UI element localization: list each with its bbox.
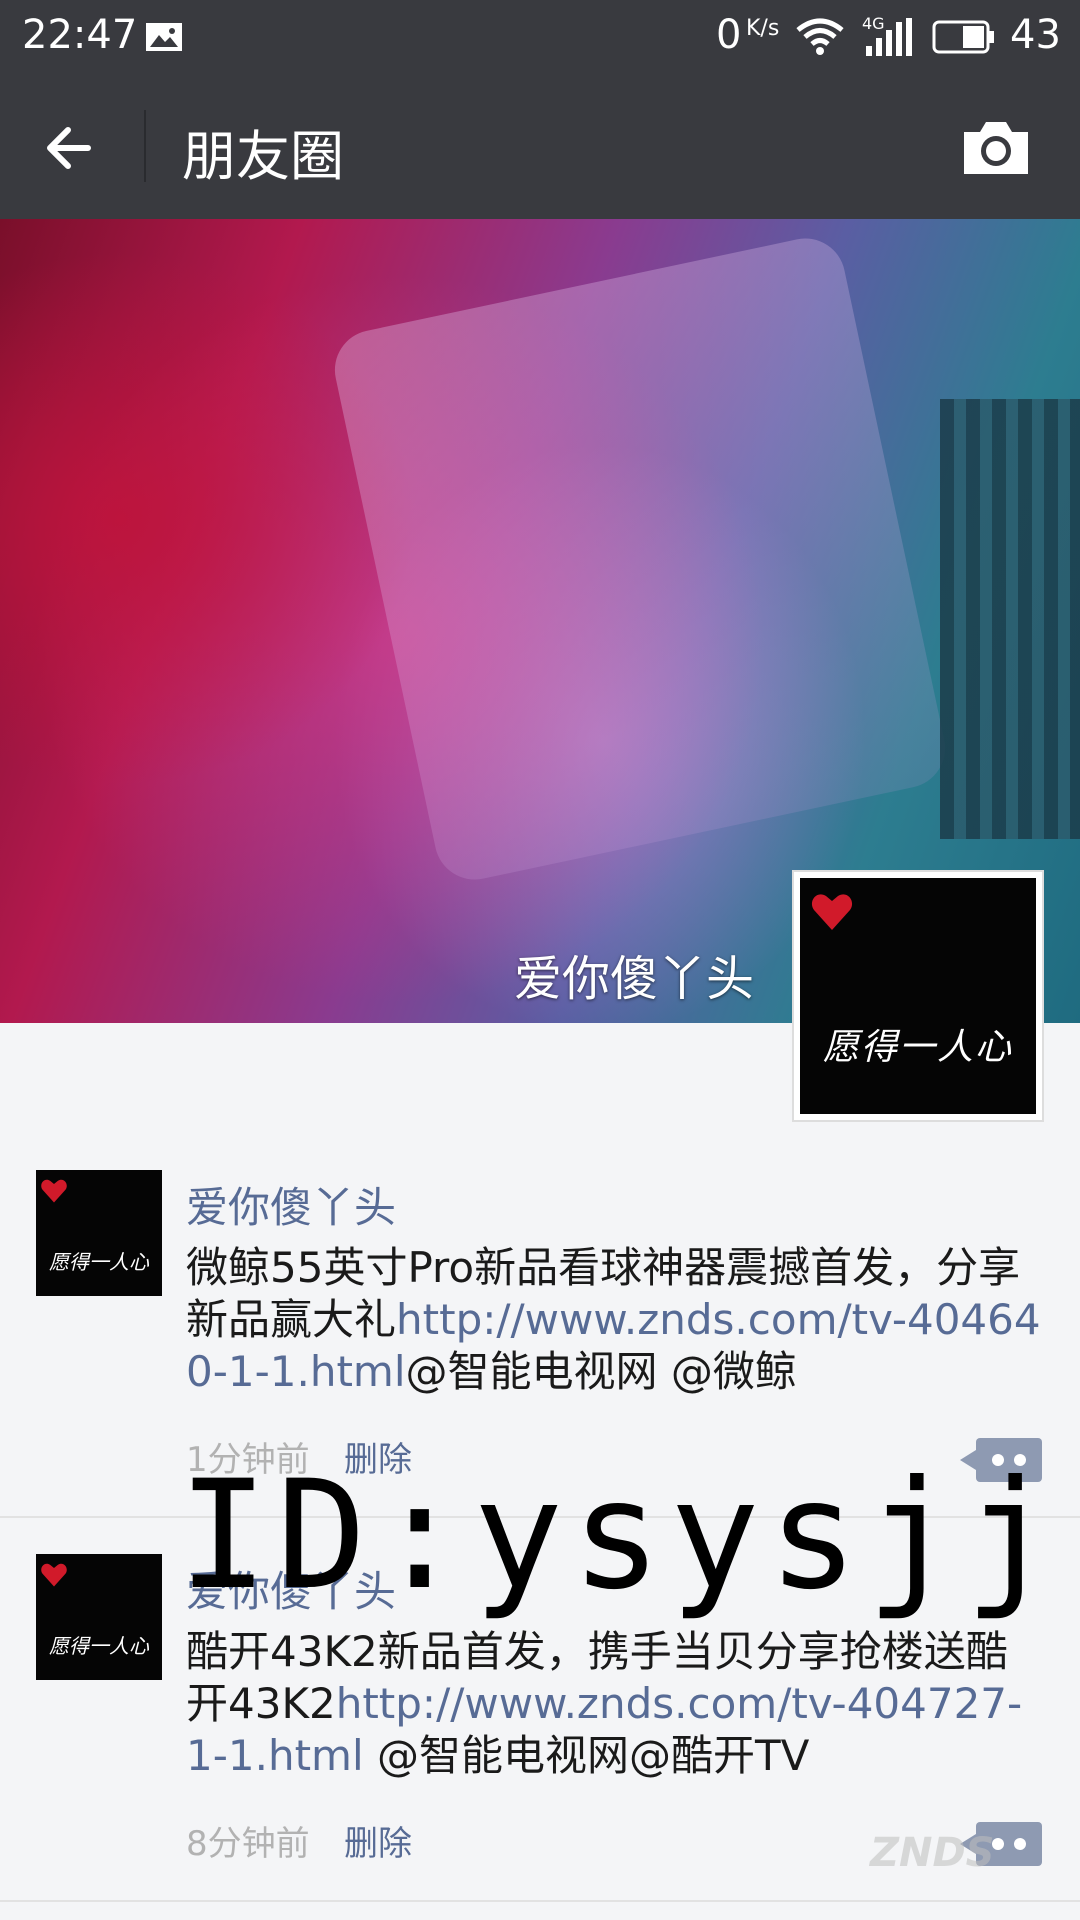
signal-icon bbox=[866, 18, 912, 56]
profile-avatar-image: 愿得一人心 bbox=[800, 878, 1036, 1114]
heart-icon bbox=[41, 1179, 67, 1203]
id-watermark: ID:ysysjj bbox=[178, 1449, 1063, 1623]
post-text: 酷开43K2新品首发，携手当贝分享抢楼送酷开43K2http://www.znd… bbox=[186, 1626, 1046, 1782]
post-avatar-motto: 愿得一人心 bbox=[49, 1634, 149, 1658]
page-title: 朋友圈 bbox=[182, 125, 344, 188]
post-avatar[interactable]: 愿得一人心 bbox=[36, 1170, 162, 1296]
profile-avatar[interactable]: 愿得一人心 bbox=[792, 870, 1044, 1122]
cover-veil-decor bbox=[327, 231, 953, 887]
camera-icon[interactable] bbox=[960, 116, 1032, 178]
post-avatar[interactable]: 愿得一人心 bbox=[36, 1554, 162, 1680]
back-arrow-icon[interactable] bbox=[40, 118, 100, 178]
post-text: 微鲸55英寸Pro新品看球神器震撼首发，分享新品赢大礼http://www.zn… bbox=[186, 1242, 1046, 1398]
wifi-icon bbox=[796, 18, 844, 55]
cover-window-decor bbox=[940, 399, 1080, 839]
battery-percent: 43 bbox=[1010, 12, 1061, 58]
post-avatar-motto: 愿得一人心 bbox=[49, 1250, 149, 1274]
post-separator bbox=[0, 1900, 1080, 1902]
post-text-mentions: @智能电视网@酷开TV bbox=[363, 1731, 810, 1780]
status-time: 22:47 bbox=[22, 12, 138, 58]
image-icon bbox=[146, 23, 182, 51]
title-bar: 朋友圈 bbox=[0, 74, 1080, 219]
post-author[interactable]: 爱你傻丫头 bbox=[186, 1174, 396, 1235]
comment-dot bbox=[1014, 1838, 1026, 1850]
brand-watermark: ZNDS bbox=[870, 1830, 995, 1876]
avatar-motto: 愿得一人心 bbox=[822, 1027, 1013, 1068]
battery-icon bbox=[932, 20, 994, 54]
post-time: 8分钟前 bbox=[186, 1824, 310, 1864]
heart-icon bbox=[41, 1563, 67, 1587]
profile-username[interactable]: 爱你傻丫头 bbox=[514, 939, 754, 1009]
network-speed-value: 0 bbox=[716, 12, 742, 58]
heart-icon bbox=[811, 894, 853, 930]
network-speed-unit: K/s bbox=[746, 16, 780, 41]
post-text-mentions: @智能电视网 @微鲸 bbox=[405, 1347, 797, 1396]
post-delete-button[interactable]: 删除 bbox=[344, 1816, 412, 1865]
title-divider bbox=[144, 110, 146, 182]
status-bar: 22:47 0 K/s 4G 43 bbox=[0, 0, 1080, 74]
